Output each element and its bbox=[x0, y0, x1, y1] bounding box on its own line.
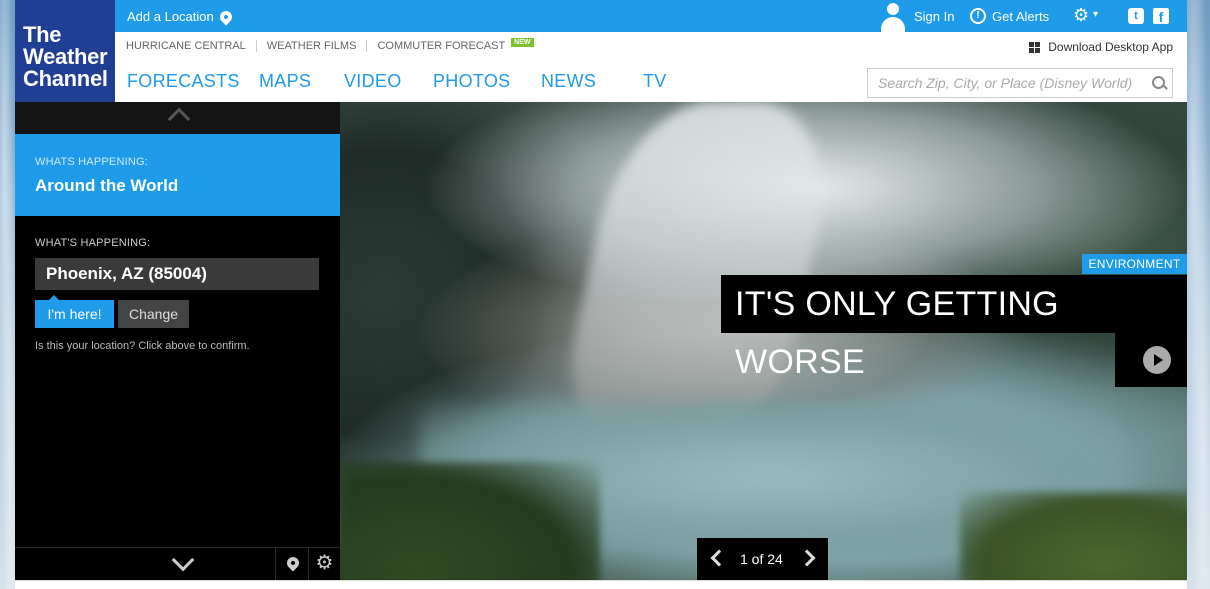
windows-icon bbox=[1029, 41, 1041, 53]
world-label: WHATS HAPPENING: bbox=[35, 156, 149, 168]
download-desktop-app-link[interactable]: Download Desktop App bbox=[1029, 40, 1173, 54]
nav-news[interactable]: NEWS bbox=[541, 71, 596, 92]
chevron-down-icon[interactable] bbox=[171, 548, 195, 572]
desktop-background-left bbox=[0, 0, 15, 589]
nav-video[interactable]: VIDEO bbox=[344, 71, 402, 92]
nav-maps[interactable]: MAPS bbox=[259, 71, 311, 92]
confirm-text: Is this your location? Click above to co… bbox=[35, 340, 250, 352]
page-footer-strip bbox=[15, 580, 1187, 589]
add-location-label: Add a Location bbox=[127, 9, 214, 24]
whats-happening-panel: WHATS HAPPENING: Around the World WHAT'S… bbox=[15, 102, 350, 589]
forest-shape-right bbox=[960, 492, 1187, 580]
sign-in-label: Sign In bbox=[914, 8, 955, 24]
logo-line-3: Channel bbox=[23, 66, 108, 91]
logo-line-1: The bbox=[23, 22, 62, 47]
gear-icon[interactable]: ⚙ bbox=[1073, 6, 1089, 24]
new-badge: NEW bbox=[511, 38, 534, 47]
scroll-up-button[interactable] bbox=[15, 102, 340, 134]
nav-tv[interactable]: TV bbox=[643, 71, 667, 92]
link-weather-films[interactable]: WEATHER FILMS bbox=[255, 40, 367, 52]
play-video-button[interactable] bbox=[1115, 333, 1187, 387]
previous-slide-icon[interactable] bbox=[710, 549, 728, 567]
local-label: WHAT'S HAPPENING: bbox=[35, 237, 151, 249]
play-icon bbox=[1143, 346, 1171, 374]
main-navigation: FORECASTS MAPS VIDEO PHOTOS NEWS TV bbox=[115, 60, 1187, 102]
commuter-forecast-label: COMMUTER FORECAST bbox=[377, 40, 506, 52]
hero-image[interactable]: ENVIRONMENT IT'S ONLY GETTING WORSE 1 of… bbox=[340, 102, 1187, 580]
location-pin-button[interactable] bbox=[275, 548, 308, 580]
weather-page: The Weather Channel Add a Location Sign … bbox=[15, 0, 1187, 589]
gear-icon: ⚙ bbox=[315, 552, 334, 574]
slide-counter: 1 of 24 bbox=[740, 551, 783, 567]
im-here-button[interactable]: I'm here! bbox=[35, 295, 114, 328]
hero-headline[interactable]: IT'S ONLY GETTING WORSE bbox=[721, 275, 1187, 381]
category-tag[interactable]: ENVIRONMENT bbox=[1082, 254, 1187, 274]
weather-channel-logo[interactable]: The Weather Channel bbox=[15, 0, 115, 102]
search-box bbox=[867, 68, 1173, 98]
alert-icon: ! bbox=[970, 8, 986, 24]
top-bar: Add a Location Sign In ! Get Alerts ⚙ ▾ … bbox=[115, 0, 1187, 32]
nav-forecasts[interactable]: FORECASTS bbox=[127, 71, 240, 92]
facebook-icon[interactable]: f bbox=[1153, 8, 1169, 25]
location-pin-icon bbox=[284, 554, 302, 572]
user-icon bbox=[878, 0, 908, 32]
search-icon[interactable] bbox=[1146, 69, 1172, 97]
link-commuter-forecast[interactable]: COMMUTER FORECAST NEW bbox=[366, 38, 543, 52]
nav-photos[interactable]: PHOTOS bbox=[433, 71, 510, 92]
chevron-down-icon[interactable]: ▾ bbox=[1093, 9, 1098, 20]
settings-gear-button[interactable]: ⚙ bbox=[308, 548, 340, 580]
slide-pager: 1 of 24 bbox=[697, 538, 828, 580]
desktop-background-right bbox=[1187, 0, 1210, 589]
sign-in-button[interactable]: Sign In bbox=[878, 0, 954, 32]
around-the-world-item[interactable]: WHATS HAPPENING: Around the World bbox=[15, 134, 350, 216]
add-location-button[interactable]: Add a Location bbox=[127, 8, 235, 25]
forest-shape-left bbox=[340, 462, 600, 580]
download-desktop-app-label: Download Desktop App bbox=[1048, 40, 1173, 54]
chevron-up-icon bbox=[167, 107, 191, 131]
get-alerts-label: Get Alerts bbox=[992, 8, 1050, 24]
twitter-icon[interactable]: t bbox=[1128, 8, 1144, 24]
link-hurricane-central[interactable]: HURRICANE CENTRAL bbox=[126, 40, 256, 52]
panel-bottom-bar: ⚙ bbox=[15, 547, 340, 580]
location-field[interactable]: Phoenix, AZ (85004) bbox=[35, 258, 319, 290]
logo-line-2: Weather bbox=[23, 44, 108, 69]
get-alerts-button[interactable]: ! Get Alerts bbox=[970, 8, 1049, 24]
change-button[interactable]: Change bbox=[118, 300, 189, 328]
location-pin-icon bbox=[217, 8, 235, 25]
world-title: Around the World bbox=[35, 176, 179, 195]
next-slide-icon[interactable] bbox=[798, 549, 816, 567]
search-input[interactable] bbox=[868, 69, 1146, 97]
secondary-links: HURRICANE CENTRAL WEATHER FILMS COMMUTER… bbox=[115, 32, 1187, 60]
